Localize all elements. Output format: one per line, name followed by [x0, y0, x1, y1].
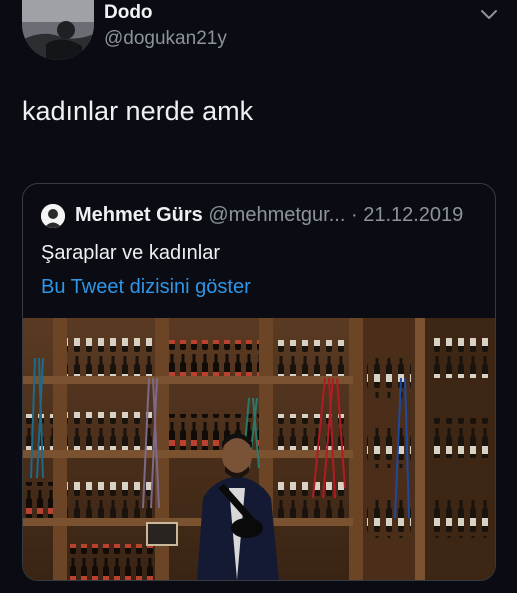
quoted-author-name[interactable]: Mehmet Gürs [75, 204, 203, 226]
quoted-tweet-card[interactable]: Mehmet Gürs @mehmetgur... · 21.12.2019 Ş… [22, 183, 496, 581]
meta-separator: · [350, 204, 358, 226]
quoted-tweet-date[interactable]: 21.12.2019 [363, 204, 463, 226]
author-name[interactable]: Dodo [104, 2, 153, 24]
quoted-tweet-photo[interactable] [23, 318, 495, 580]
author-handle[interactable]: @dogukan21y [104, 28, 227, 50]
quoted-author-avatar [41, 204, 65, 228]
author-avatar[interactable] [22, 0, 94, 60]
avatar-photo [22, 0, 94, 60]
show-thread-link[interactable]: Bu Tweet dizisini göster [41, 276, 251, 299]
quoted-tweet-header: Mehmet Gürs @mehmetgur... · 21.12.2019 [75, 204, 463, 227]
tweet-text: kadınlar nerde amk [22, 96, 254, 126]
quoted-tweet-text: Şaraplar ve kadınlar [41, 242, 220, 264]
chevron-down-icon[interactable] [478, 6, 500, 22]
avatar-photo [41, 204, 65, 228]
quoted-author-handle[interactable]: @mehmetgur... [208, 204, 345, 226]
